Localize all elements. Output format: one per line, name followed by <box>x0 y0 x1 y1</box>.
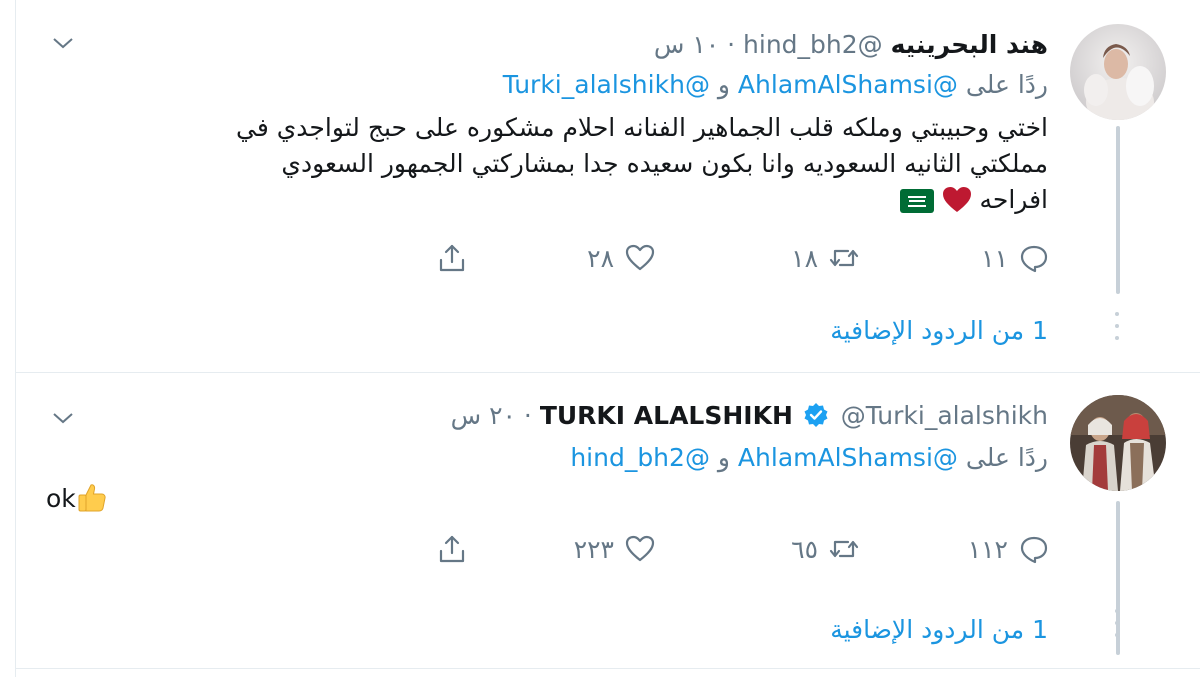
retweet-icon <box>828 242 860 274</box>
tweet-time[interactable]: ١٠ س <box>654 30 719 59</box>
replying-to: ردًا على @AhlamAlShamsi و @hind_bh2 <box>570 443 1048 473</box>
share-icon <box>436 242 468 274</box>
heart-icon <box>624 533 656 565</box>
more-replies-link[interactable]: 1 من الردود الإضافية <box>830 615 1048 644</box>
mention-link[interactable]: @AhlamAlShamsi <box>738 443 958 472</box>
tweet-actions: ١١٢ ٦٥ ٢٢٣ <box>310 531 1050 567</box>
retweet-button[interactable]: ١٨ <box>791 240 860 276</box>
reply-icon <box>1018 242 1050 274</box>
tweet-time[interactable]: ٢٠ س <box>451 401 516 430</box>
reply-button[interactable]: ١١ <box>981 240 1050 276</box>
retweet-icon <box>828 533 860 565</box>
reply-prefix: ردًا على <box>965 443 1048 472</box>
tweet-text: ok <box>46 481 1046 523</box>
reply-and: و <box>717 443 730 472</box>
tweet-actions: ١١ ١٨ ٢٨ <box>310 240 1050 276</box>
reply-count: ١١٢ <box>967 534 1008 564</box>
mention-link[interactable]: @AhlamAlShamsi <box>738 70 958 99</box>
like-count: ٢٢٣ <box>573 534 614 564</box>
thread-dots <box>1115 312 1119 348</box>
chevron-down-icon[interactable] <box>50 30 76 56</box>
flag-saudi-arabia-icon <box>899 188 934 224</box>
timeline-feed: هند البحرينيه @hind_bh2 · ١٠ س ردًا على … <box>0 0 1200 677</box>
verified-badge-icon <box>803 402 829 428</box>
tweet-turki[interactable]: TURKI ALALSHIKH @Turki_alalshikh · ٢٠ س … <box>16 372 1200 668</box>
user-handle[interactable]: @hind_bh2 <box>743 30 883 59</box>
display-name[interactable]: هند البحرينيه <box>891 30 1048 59</box>
user-handle[interactable]: @Turki_alalshikh <box>841 401 1048 430</box>
replying-to: ردًا على @AhlamAlShamsi و @Turki_alalshi… <box>503 70 1048 100</box>
share-button[interactable] <box>436 531 468 567</box>
reply-button[interactable]: ١١٢ <box>968 531 1050 567</box>
retweet-count: ٦٥ <box>791 534 818 564</box>
mention-link[interactable]: @Turki_alalshikh <box>503 70 710 99</box>
reply-count: ١١ <box>981 243 1008 273</box>
mention-link[interactable]: @hind_bh2 <box>570 443 710 472</box>
retweet-count: ١٨ <box>791 243 818 273</box>
reply-icon <box>1018 533 1050 565</box>
avatar[interactable] <box>1070 24 1166 120</box>
tweet-text-line: اختي وحبيبتي وملكه قلب الجماهير الفنانه … <box>236 113 1048 142</box>
feed-bottom-divider <box>16 668 1200 669</box>
tweet-text-line: افراحه <box>48 182 1048 224</box>
tweet-text-segment: افراحه <box>979 185 1049 214</box>
reply-prefix: ردًا على <box>965 70 1048 99</box>
reply-and: و <box>717 70 730 99</box>
share-button[interactable] <box>436 240 468 276</box>
chevron-down-icon[interactable] <box>50 405 76 431</box>
more-replies-link[interactable]: 1 من الردود الإضافية <box>830 316 1048 345</box>
avatar[interactable] <box>1070 395 1166 491</box>
tweet-hind[interactable]: هند البحرينيه @hind_bh2 · ١٠ س ردًا على … <box>16 0 1200 372</box>
share-icon <box>436 533 468 565</box>
tweet-text-segment: ok <box>46 484 76 513</box>
separator-dot: · <box>523 401 532 430</box>
thread-dots <box>1115 609 1119 645</box>
tweet-header: هند البحرينيه @hind_bh2 · ١٠ س <box>654 30 1048 60</box>
separator-dot: · <box>727 30 736 59</box>
tweet-text: اختي وحبيبتي وملكه قلب الجماهير الفنانه … <box>48 110 1048 224</box>
tweet-text-line: مملكتي الثانيه السعوديه وانا بكون سعيده … <box>281 149 1048 178</box>
heart-icon <box>624 242 656 274</box>
retweet-button[interactable]: ٦٥ <box>791 531 860 567</box>
red-heart-icon <box>942 186 972 224</box>
like-count: ٢٨ <box>587 243 614 273</box>
thread-line <box>1116 126 1120 294</box>
like-button[interactable]: ٢٢٣ <box>574 531 656 567</box>
thumbs-up-icon <box>76 481 108 523</box>
tweet-header: TURKI ALALSHIKH @Turki_alalshikh · ٢٠ س <box>451 401 1048 431</box>
like-button[interactable]: ٢٨ <box>587 240 656 276</box>
display-name[interactable]: TURKI ALALSHIKH <box>540 401 793 430</box>
